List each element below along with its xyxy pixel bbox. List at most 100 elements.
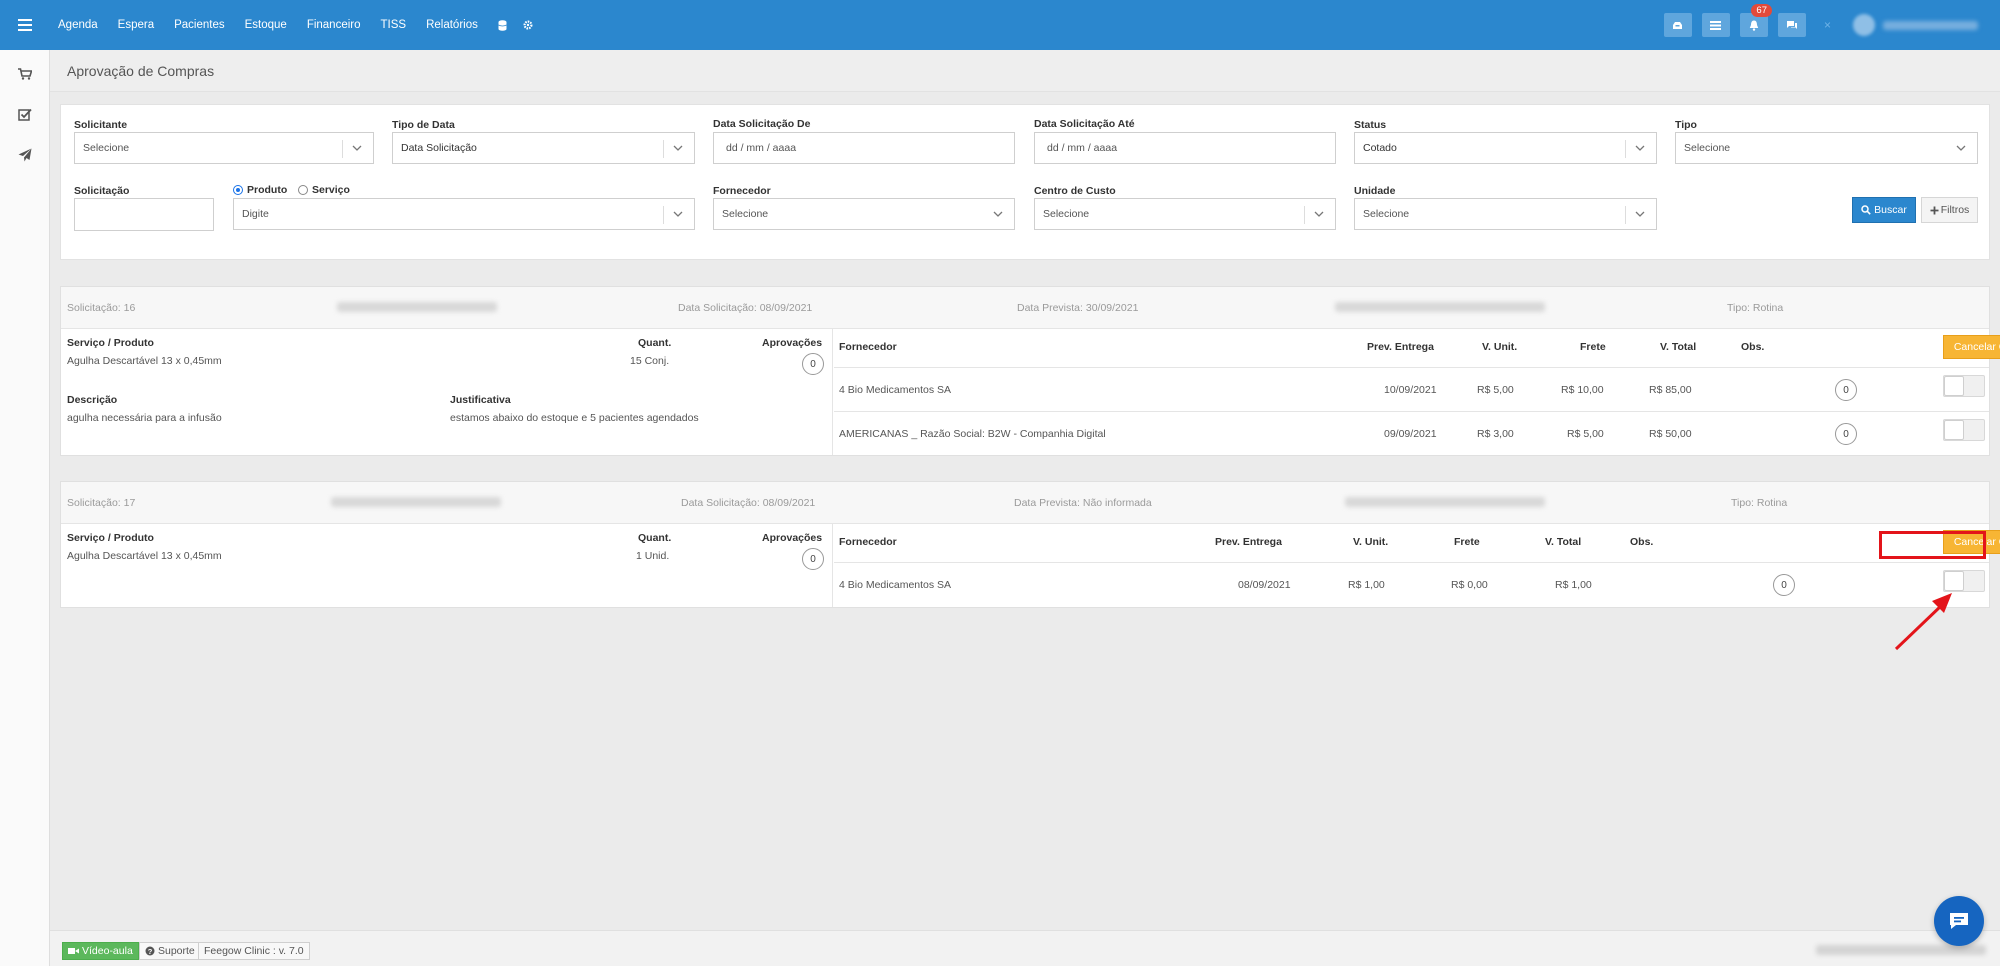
data-ate-input[interactable]: dd / mm / aaaa: [1034, 132, 1336, 164]
centro-custo-label: Centro de Custo: [1034, 185, 1116, 197]
quote-delivery: 09/09/2021: [1384, 428, 1437, 440]
centro-custo-value: Selecione: [1043, 208, 1090, 220]
tipo-data-select[interactable]: Data Solicitação: [392, 132, 695, 164]
solicitante-select[interactable]: Selecione: [74, 132, 374, 164]
unidade-select[interactable]: Selecione: [1354, 198, 1657, 230]
quant-header: Quant.: [638, 532, 672, 544]
radio-servico[interactable]: Serviço: [298, 184, 350, 196]
v-total-header: V. Total: [1545, 536, 1582, 548]
tipo-data-value: Data Solicitação: [401, 142, 477, 154]
video-aula-label: Vídeo-aula: [82, 945, 133, 957]
quote-approve-toggle[interactable]: [1943, 570, 1985, 592]
chevron-down-icon: [1314, 211, 1324, 217]
chevron-down-icon: [1635, 145, 1645, 151]
data-de-input[interactable]: dd / mm / aaaa: [713, 132, 1015, 164]
request-number: Solicitação: 16: [67, 302, 136, 314]
nav-tiss[interactable]: TISS: [381, 19, 407, 31]
status-select[interactable]: Cotado: [1354, 132, 1657, 164]
footer: Vídeo-aula ? Suporte Feegow Clinic : v. …: [50, 930, 2000, 966]
quote-approve-toggle[interactable]: [1943, 375, 1985, 397]
product-header: Serviço / Produto: [67, 337, 154, 349]
v-total-header: V. Total: [1660, 341, 1697, 353]
username-redacted[interactable]: [1883, 20, 1978, 30]
menu-toggle-icon[interactable]: [0, 0, 50, 50]
quote-delivery: 10/09/2021: [1384, 384, 1437, 396]
nav-agenda[interactable]: Agenda: [58, 19, 98, 31]
nav-financeiro[interactable]: Financeiro: [307, 19, 361, 31]
quote-delivery: 08/09/2021: [1238, 579, 1291, 591]
solicitante-value: Selecione: [83, 142, 130, 154]
solicitacao-input[interactable]: [74, 198, 214, 231]
radio-servico-dot: [298, 185, 308, 195]
tipo-select[interactable]: Selecione: [1675, 132, 1978, 164]
request-expected-date: Data Prevista: 30/09/2021: [1017, 302, 1139, 314]
tipo-value: Selecione: [1684, 142, 1731, 154]
tipo-data-label: Tipo de Data: [392, 119, 455, 131]
cancelar-compra-button[interactable]: Cancelar Compra: [1943, 335, 2000, 359]
inbox-icon: [1673, 21, 1683, 29]
checkbox-icon[interactable]: [17, 106, 33, 122]
nav-espera[interactable]: Espera: [118, 19, 154, 31]
prev-entrega-header: Prev. Entrega: [1367, 341, 1434, 353]
descricao-header: Descrição: [67, 394, 118, 406]
quotes-table: Fornecedor Prev. Entrega V. Unit. Frete …: [834, 524, 2000, 607]
aprovacoes-count[interactable]: 0: [802, 353, 824, 375]
data-de-label: Data Solicitação De: [713, 118, 811, 130]
quant-header: Quant.: [638, 337, 672, 349]
suporte-button[interactable]: ? Suporte: [139, 942, 201, 960]
quote-unit-price: R$ 5,00: [1477, 384, 1514, 396]
close-icon[interactable]: ×: [1824, 18, 1831, 32]
version-label: Feegow Clinic : v. 7.0: [198, 942, 310, 960]
chat-widget-button[interactable]: [1934, 896, 1984, 946]
notifications-button[interactable]: 67: [1739, 4, 1772, 37]
nav-pacientes[interactable]: Pacientes: [174, 19, 225, 31]
quote-obs[interactable]: 0: [1835, 379, 1857, 401]
quote-unit-price: R$ 3,00: [1477, 428, 1514, 440]
radio-produto[interactable]: Produto: [233, 184, 287, 196]
aprovacoes-header: Aprovações: [762, 532, 823, 544]
cost-center-redacted: [1335, 302, 1545, 312]
data-ate-label: Data Solicitação Até: [1034, 118, 1135, 130]
cart-icon[interactable]: [17, 66, 33, 82]
filtros-label: Filtros: [1940, 204, 1970, 216]
fornecedor-header: Fornecedor: [839, 536, 897, 548]
send-icon[interactable]: [17, 147, 33, 163]
sidebar: [0, 50, 50, 966]
suporte-label: Suporte: [158, 945, 195, 957]
nav-relatorios[interactable]: Relatórios: [426, 19, 478, 31]
v-unit-header: V. Unit.: [1482, 341, 1518, 353]
search-icon: [1861, 205, 1871, 215]
filtros-button[interactable]: Filtros: [1921, 197, 1978, 223]
radio-servico-label: Serviço: [312, 184, 350, 196]
nav-estoque[interactable]: Estoque: [245, 19, 287, 31]
gear-icon[interactable]: [523, 20, 533, 30]
buscar-button[interactable]: Buscar: [1852, 197, 1916, 223]
quote-approve-toggle[interactable]: [1943, 419, 1985, 441]
aprovacoes-count[interactable]: 0: [802, 548, 824, 570]
obs-header: Obs.: [1741, 341, 1765, 353]
descricao-value: agulha necessária para a infusão: [67, 412, 222, 424]
radio-produto-dot: [233, 185, 243, 195]
quant-value: 15 Conj.: [630, 355, 670, 367]
chat-button[interactable]: [1777, 13, 1806, 37]
video-aula-button[interactable]: Vídeo-aula: [62, 942, 139, 960]
tipo-label: Tipo: [1675, 119, 1697, 131]
list-button[interactable]: [1701, 13, 1730, 37]
inbox-button[interactable]: [1663, 13, 1692, 37]
item-search-select[interactable]: Digite: [233, 198, 695, 230]
quote-freight: R$ 0,00: [1451, 579, 1488, 591]
radio-produto-label: Produto: [247, 184, 288, 196]
chevron-down-icon: [1635, 211, 1645, 217]
quote-freight: R$ 10,00: [1561, 384, 1604, 396]
user-avatar[interactable]: [1853, 14, 1875, 36]
cancelar-compra-button[interactable]: Cancelar Compra: [1943, 530, 2000, 554]
quote-obs[interactable]: 0: [1835, 423, 1857, 445]
obs-header: Obs.: [1630, 536, 1654, 548]
database-icon[interactable]: [498, 19, 507, 31]
fornecedor-select[interactable]: Selecione: [713, 198, 1015, 230]
quote-obs[interactable]: 0: [1773, 574, 1795, 596]
quote-total: R$ 50,00: [1649, 428, 1692, 440]
quant-value: 1 Unid.: [636, 550, 670, 562]
centro-custo-select[interactable]: Selecione: [1034, 198, 1336, 230]
plus-icon: [1930, 206, 1939, 214]
